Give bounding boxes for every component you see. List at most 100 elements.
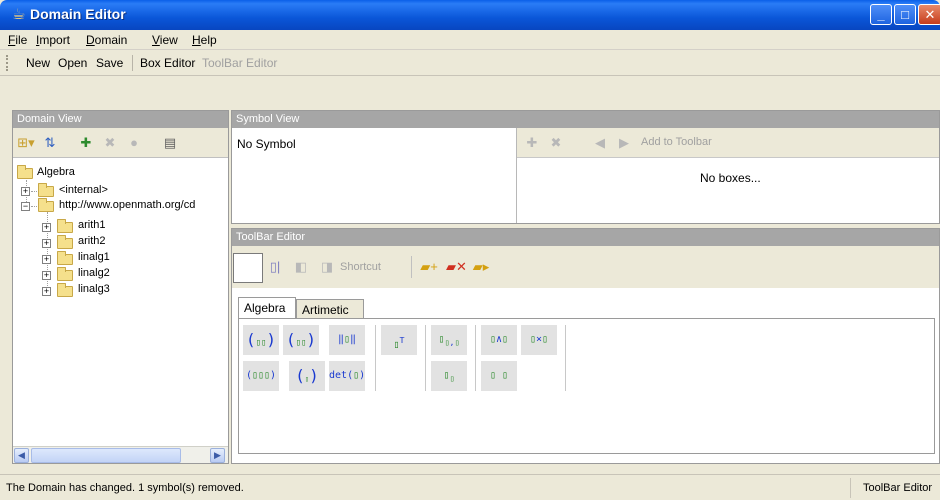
open-button[interactable]: Open [58, 56, 87, 70]
tile-separator [475, 325, 476, 391]
separator-icon[interactable]: ▯| [266, 258, 284, 276]
main-toolbar: New Open Save Box Editor ToolBar Editor [0, 50, 940, 76]
tile-separator [375, 325, 376, 391]
menu-view-label: iew [159, 33, 178, 47]
remove-symbol-icon[interactable]: ✖ [101, 134, 119, 152]
domain-view-toolbar: ⊞▾ ⇅ ✚ ✖ ● ▤ [13, 128, 228, 158]
previous-icon[interactable]: ◀ [591, 134, 609, 152]
properties-icon[interactable]: ▤ [161, 134, 179, 152]
tab-artimetic[interactable]: Artimetic [296, 299, 364, 319]
symbol-view-panel: Symbol View No Symbol ✚ ✖ ◀ ▶ Add to Too… [231, 110, 940, 224]
no-boxes-label: No boxes... [700, 171, 761, 185]
folder-icon [57, 251, 73, 265]
tree-item-arith2[interactable]: arith2 [78, 235, 106, 249]
tree-item-internal[interactable]: <internal> [59, 184, 108, 198]
folder-icon [38, 183, 54, 197]
rename-tab-icon[interactable]: ▰▸ [472, 258, 490, 276]
juxtaposition-tile[interactable]: ▯ ▯ [481, 361, 517, 391]
domain-view-panel: Domain View ⊞▾ ⇅ ✚ ✖ ● ▤ Algebra + <inte… [12, 110, 229, 464]
single-subscript-tile[interactable]: ▯▯ [431, 361, 467, 391]
tree-item-linalg3[interactable]: linalg3 [78, 283, 110, 297]
save-button[interactable]: Save [96, 56, 123, 70]
symbol-preview-box[interactable] [233, 253, 263, 283]
folder-icon [57, 219, 73, 233]
wedge-product-tile[interactable]: ▯∧▯ [481, 325, 517, 355]
add-to-toolbar-button[interactable]: Add to Toolbar [641, 136, 712, 148]
folder-icon [17, 165, 33, 179]
tree-item-arith1[interactable]: arith1 [78, 219, 106, 233]
minimize-button[interactable]: _ [870, 4, 892, 25]
add-box-icon[interactable]: ✚ [523, 134, 541, 152]
determinant-tile[interactable]: det(▯) [329, 361, 365, 391]
expand-icon[interactable]: + [21, 187, 30, 196]
menu-view[interactable]: View [152, 33, 178, 47]
tree-line [31, 191, 37, 192]
tree-item-algebra[interactable]: Algebra [37, 166, 75, 180]
tree-item-linalg2[interactable]: linalg2 [78, 267, 110, 281]
tree-line [31, 206, 37, 207]
sort-folder-icon[interactable]: ⇅ [41, 134, 59, 152]
scroll-thumb[interactable] [31, 448, 181, 463]
scroll-left-icon[interactable]: ◀ [14, 448, 29, 463]
matrix-2x2-brackets-tile[interactable]: (▯▯) [283, 325, 319, 355]
folder-icon [57, 235, 73, 249]
cross-product-tile[interactable]: ▯×▯ [521, 325, 557, 355]
close-icon: ✕ [924, 7, 936, 22]
transpose-tile[interactable]: ▯T [381, 325, 417, 355]
column-vector-tile[interactable]: (▯) [289, 361, 325, 391]
toolbar-grip[interactable] [6, 55, 9, 71]
tab-algebra[interactable]: Algebra [238, 297, 296, 319]
tile-separator [425, 325, 426, 391]
menu-help-mnemonic: H [192, 33, 201, 47]
tree-item-linalg1[interactable]: linalg1 [78, 251, 110, 265]
status-mode: ToolBar Editor [863, 482, 933, 494]
expand-icon[interactable]: + [42, 287, 51, 296]
toolbar-separator [411, 256, 412, 278]
box-editor-button[interactable]: Box Editor [140, 56, 195, 70]
determinant-label: det [329, 370, 348, 381]
move-left-icon[interactable]: ◧ [292, 258, 310, 276]
norm-tile[interactable]: ‖▯‖ [329, 325, 365, 355]
toolbar-editor-button[interactable]: ToolBar Editor [202, 56, 277, 70]
status-mode-box: ToolBar Editor [850, 478, 940, 498]
expand-icon[interactable]: + [42, 239, 51, 248]
remove-box-icon[interactable]: ✖ [547, 134, 565, 152]
no-symbol-label: No Symbol [237, 137, 296, 151]
new-button[interactable]: New [26, 56, 50, 70]
remove-tab-icon[interactable]: ▰✕ [446, 258, 467, 276]
add-symbol-icon[interactable]: ✚ [77, 134, 95, 152]
move-right-icon[interactable]: ◨ [318, 258, 336, 276]
expand-icon[interactable]: + [42, 223, 51, 232]
tree-item-openmath-cd[interactable]: http://www.openmath.org/cd [59, 199, 195, 213]
minimize-icon: _ [877, 7, 885, 22]
domain-view-hscrollbar[interactable]: ◀ ▶ [13, 446, 228, 463]
maximize-button[interactable]: □ [894, 4, 916, 25]
row-vector-tile[interactable]: (▯▯▯) [243, 361, 279, 391]
menu-view-mnemonic: V [152, 33, 160, 47]
toolbar-editor-header: ToolBar Editor [232, 229, 939, 246]
shortcut-button[interactable]: Shortcut [340, 261, 381, 273]
title-bar[interactable]: ☕ Domain Editor _ □ ✕ [0, 0, 940, 30]
search-icon[interactable]: ● [125, 134, 143, 152]
status-message: The Domain has changed. 1 symbol(s) remo… [6, 482, 244, 494]
scroll-right-icon[interactable]: ▶ [210, 448, 225, 463]
subscript-tile[interactable]: ▯▯,▯ [431, 325, 467, 355]
new-folder-dropdown-icon[interactable]: ⊞▾ [17, 134, 35, 152]
expand-icon[interactable]: + [42, 255, 51, 264]
menu-file[interactable]: File [8, 33, 27, 47]
menu-help[interactable]: Help [192, 33, 217, 47]
menu-domain[interactable]: Domain [86, 33, 127, 47]
add-tab-icon[interactable]: ▰+ [420, 258, 438, 276]
menu-import[interactable]: Import [36, 33, 70, 47]
matrix-2x2-parens-tile[interactable]: (▯▯) [243, 325, 279, 355]
symbol-view-header: Symbol View [232, 111, 939, 128]
close-button[interactable]: ✕ [918, 4, 940, 25]
status-bar: The Domain has changed. 1 symbol(s) remo… [0, 474, 940, 500]
folder-icon [57, 267, 73, 281]
menu-domain-label: omain [94, 33, 128, 47]
maximize-icon: □ [901, 7, 909, 22]
menu-domain-mnemonic: D [86, 33, 95, 47]
next-icon[interactable]: ▶ [615, 134, 633, 152]
collapse-icon[interactable]: − [21, 202, 30, 211]
expand-icon[interactable]: + [42, 271, 51, 280]
